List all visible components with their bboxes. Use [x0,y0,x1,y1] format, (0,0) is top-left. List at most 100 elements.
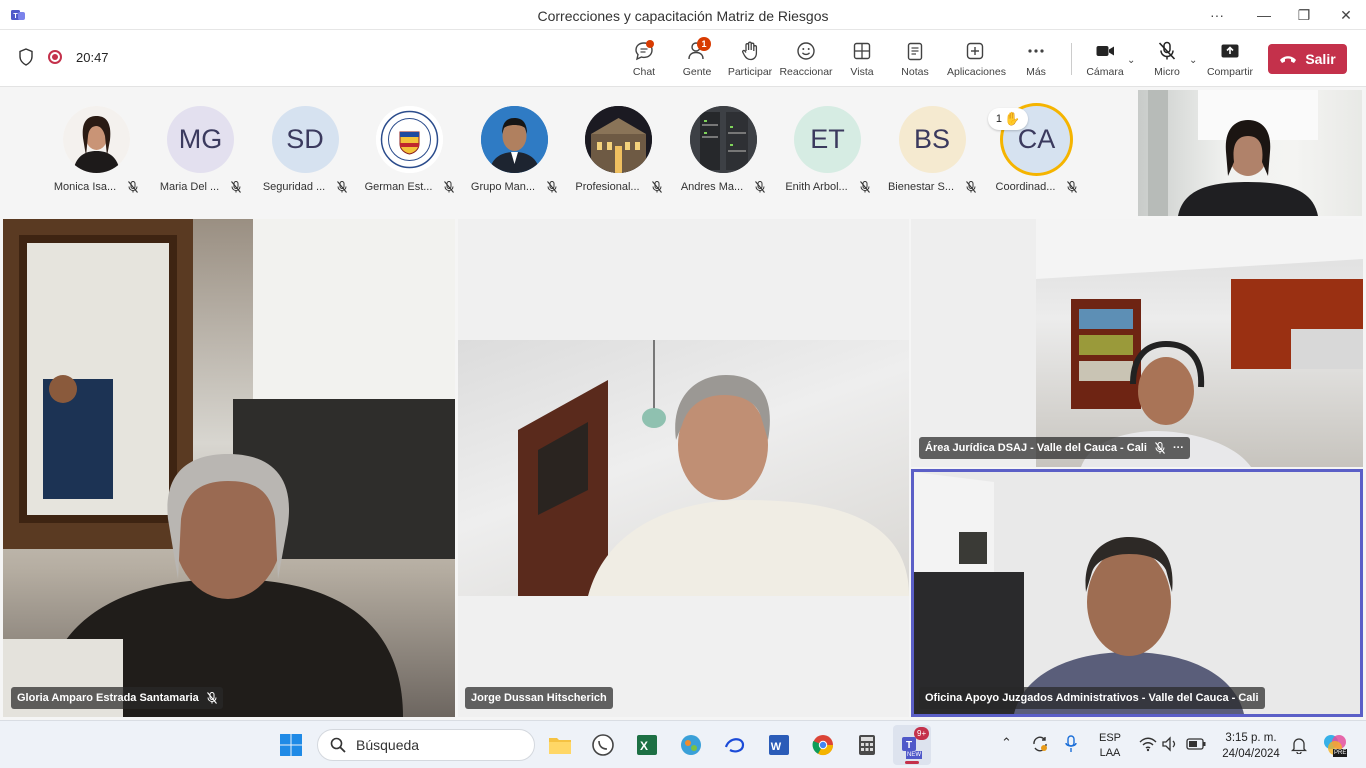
participant-initials: MG [178,124,223,154]
camera-options-chevron-icon[interactable]: ⌄ [1127,55,1135,66]
teams-taskbar-button[interactable]: T 9+ NEW [893,725,931,765]
search-icon [330,737,346,753]
clock[interactable]: 3:15 p. m. 24/04/2024 [1218,730,1284,762]
raise-hand-label: Participar [727,66,773,78]
participant-avatar: ET [794,106,861,173]
gloria-name-label: Gloria Amparo Estrada Santamaria [11,687,223,709]
mic-off-icon [231,181,242,193]
video-tile-gloria[interactable]: Gloria Amparo Estrada Santamaria [3,219,455,717]
restore-button[interactable]: ❐ [1294,5,1314,25]
participant-6[interactable]: Andres Ma... [671,106,775,193]
svg-text:X: X [640,739,648,753]
participant-4[interactable]: Grupo Man... [462,106,566,193]
sync-icon[interactable] [1031,735,1049,753]
wifi-icon[interactable] [1139,736,1157,752]
taskbar-search[interactable]: Búsqueda [317,729,535,761]
share-icon [1221,44,1239,58]
whatsapp-icon[interactable] [591,733,615,757]
hang-up-icon [1280,56,1297,63]
mic-off-icon [1067,181,1078,193]
network-app-icon[interactable] [679,733,703,757]
view-label: Vista [850,66,874,78]
mic-options-chevron-icon[interactable]: ⌄ [1189,55,1197,66]
jorge-video-scene [518,340,909,596]
self-view-video[interactable] [1138,90,1362,216]
people-button[interactable]: 1 Gente [669,37,725,78]
windows-start-icon[interactable] [279,733,303,757]
participant-initials: CA [1017,124,1056,154]
add-app-icon [966,42,984,60]
mic-off-icon [547,181,558,193]
self-view-person-icon [1148,90,1318,216]
participant-name: Monica Isa... [53,181,117,193]
disney-plus-icon[interactable] [723,733,747,757]
participant-0[interactable]: Monica Isa... [44,106,148,193]
participant-7[interactable]: ET Enith Arbol... [776,106,880,193]
copilot-preview-tag: PRE [1333,749,1348,757]
participant-name: Maria Del ... [159,181,220,193]
participant-2[interactable]: SD Seguridad ... [253,106,357,193]
notes-button[interactable]: Notas [887,40,943,78]
chrome-icon[interactable] [811,733,835,757]
area-name: Área Jurídica DSAJ - Valle del Cauca - C… [925,442,1147,454]
window-more-button[interactable]: ··· [1207,5,1227,25]
shield-icon[interactable] [18,48,34,66]
participant-name: Coordinad... [995,181,1056,193]
notes-icon [907,42,923,61]
jorge-name: Jorge Dussan Hitscherich [471,692,607,704]
participant-name: Profesional... [575,181,640,193]
volume-icon[interactable] [1161,736,1179,752]
minimize-button[interactable]: — [1254,5,1274,25]
jorge-video [458,340,909,596]
participant-1[interactable]: MG Maria Del ... [149,106,253,193]
mic-off-icon [859,181,870,193]
keyboard-layout-code: LAA [1099,747,1121,759]
tray-overflow-chevron-icon[interactable]: ⌃ [1001,735,1012,751]
calculator-icon[interactable] [855,733,879,757]
video-tile-jorge[interactable]: Jorge Dussan Hitscherich [458,219,909,717]
notification-bell-icon[interactable] [1291,736,1307,754]
more-button[interactable]: Más [1008,40,1064,78]
camera-label: Cámara [1086,66,1124,78]
react-button[interactable]: Reaccionar [778,40,834,78]
word-icon[interactable]: W [767,733,791,757]
chat-label: Chat [632,66,656,78]
video-tile-area-juridica[interactable]: Área Jurídica DSAJ - Valle del Cauca - C… [911,219,1363,467]
camera-button[interactable]: Cámara [1077,40,1133,78]
copilot-button[interactable]: PRE [1322,732,1348,758]
microphone-icon[interactable] [1064,735,1078,753]
smiley-icon [797,42,815,60]
apps-button[interactable]: Aplicaciones [947,40,1006,78]
battery-icon[interactable] [1186,738,1206,750]
title-bar: T Correcciones y capacitación Matriz de … [0,0,1366,30]
share-button[interactable]: Compartir [1202,40,1258,78]
participant-initials: BS [913,124,951,154]
area-name-label: Área Jurídica DSAJ - Valle del Cauca - C… [919,437,1190,459]
jorge-name-label: Jorge Dussan Hitscherich [465,687,613,709]
participant-initials: SD [286,124,324,154]
video-tile-oficina-apoyo[interactable]: Oficina Apoyo Juzgados Administrativos -… [911,469,1363,717]
excel-icon[interactable]: X [635,733,659,757]
oficina-video-scene [914,472,1360,714]
file-explorer-icon[interactable] [548,733,572,757]
people-badge: 1 [697,37,711,51]
teams-new-tag: NEW [906,751,922,759]
leave-button[interactable]: Salir [1268,44,1347,74]
participant-avatar [585,106,652,173]
gloria-name: Gloria Amparo Estrada Santamaria [17,692,199,704]
language-code: ESP [1098,732,1121,744]
raise-hand-button[interactable]: Participar [722,40,778,78]
people-label: Gente [682,66,712,78]
view-button[interactable]: Vista [834,40,890,78]
participant-8[interactable]: BS Bienestar S... [880,106,984,193]
close-button[interactable]: ✕ [1336,5,1356,25]
mic-button[interactable]: Micro [1139,40,1195,78]
participant-3[interactable]: German Est... [358,106,462,193]
more-label: Más [1026,66,1046,78]
area-more-options-icon[interactable]: ··· [1173,442,1184,454]
input-language-indicator[interactable]: ESP LAA [1093,731,1127,761]
chat-button[interactable]: Chat [616,40,672,78]
notes-label: Notas [901,66,929,78]
participant-5[interactable]: Profesional... [567,106,671,193]
more-icon [1028,49,1044,53]
